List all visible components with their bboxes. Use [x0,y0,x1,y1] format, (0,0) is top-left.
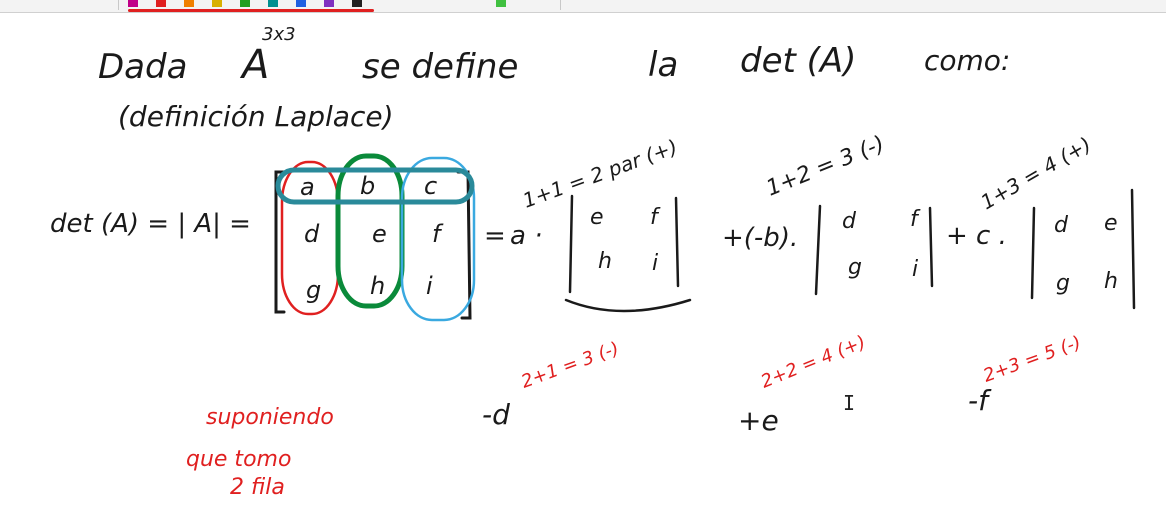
minor1-cell: e [590,205,604,230]
matrix-cell: c [424,172,437,200]
expansion-equals: = [484,221,506,251]
minor1-bars [564,194,692,313]
cofactor-term-2: +(-b). 1+2 = 3 (-) d f g i [722,132,921,282]
note-line-2: que tomo [186,447,291,472]
matrix-cell: a [300,173,315,201]
matrix-cell: f [432,220,444,248]
row2-term-f: -f [968,384,992,417]
term2-label: 1+2 = 3 (-) [763,132,888,202]
minor2-cell: f [910,207,921,232]
minor3-cell: g [1056,271,1070,296]
heading-det-a: det (A) [740,41,856,81]
minor1-cell: i [652,251,658,276]
minor3-bars [1030,188,1136,310]
heading-matrix: A [239,42,269,88]
underline-arc [564,298,692,313]
minor2-cell: g [848,255,862,280]
matrix-cell: i [426,272,433,300]
minor3-cell: e [1104,211,1118,236]
heading-como: como: [924,44,1010,77]
matrix-cell: h [370,272,385,300]
heading-dada: Dada [98,47,187,87]
heading: Dada A 3x3 se define la det (A) como: (d… [98,24,1010,133]
minor2-cell: i [912,257,918,282]
whiteboard-canvas[interactable]: Dada A 3x3 se define la det (A) como: (d… [0,0,1166,523]
minor3-cell: h [1104,269,1118,294]
note-line-1: suponiendo [206,405,334,430]
matrix-entries: a b c d e f g h i [300,172,444,304]
row2-c3-label: 2+3 = 5 (-) [981,332,1084,387]
term2-coef: +(-b). [722,223,798,253]
term1-label: 1+1 = 2 par (+) [520,135,681,213]
heading-dims: 3x3 [262,24,296,45]
cofactor-term-1: a · 1+1 = 2 par (+) e f h i [510,135,681,276]
row2-terms: -d +e -f [482,384,992,437]
row2-term-e: +e [738,404,779,437]
det-lhs: det (A) = | A| = [50,209,251,239]
matrix-cell: b [360,172,375,200]
note-line-3: 2 fila [230,475,285,500]
row2-term-d: -d [482,398,510,431]
minor3-cell: d [1054,213,1069,238]
term3-coef: + c . [946,221,1007,251]
matrix-cell: e [372,220,387,248]
minor2-cell: d [842,209,857,234]
term1-coef: a · [510,221,542,251]
term3-label: 1+3 = 4 (+) [977,132,1096,214]
minor1-cell: h [598,249,612,274]
row2-c1-label: 2+1 = 3 (-) [519,338,622,393]
text-cursor-icon: I [843,391,856,415]
heading-se-define: se define [362,47,518,87]
row2-annotations: suponiendo que tomo 2 fila 2+1 = 3 (-) 2… [186,332,1084,500]
matrix-cell: g [306,276,321,304]
row2-c2-label: 2+2 = 4 (+) [758,332,869,393]
heading-laplace: (definición Laplace) [118,100,394,133]
matrix-cell: d [304,220,320,248]
minor1-cell: f [650,205,661,230]
heading-la: la [648,45,678,85]
